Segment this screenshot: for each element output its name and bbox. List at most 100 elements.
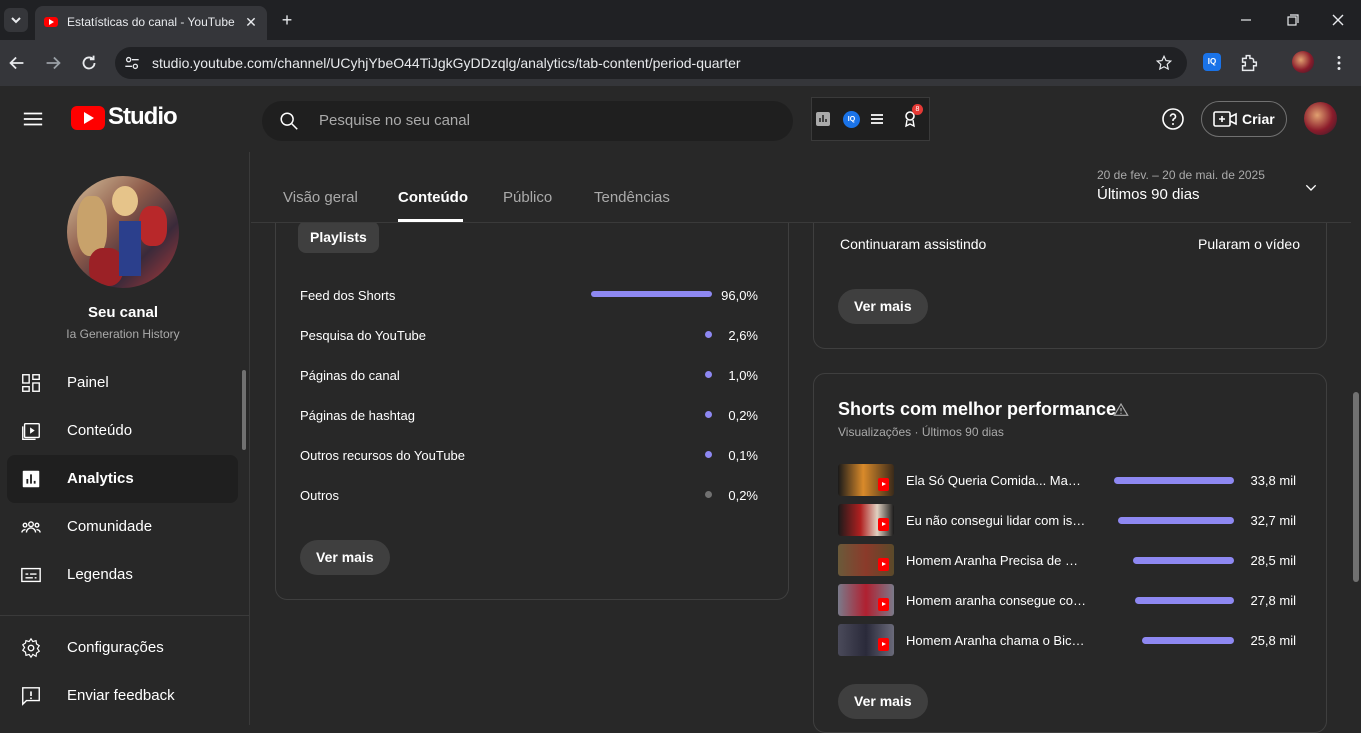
sidebar-item-label: Painel: [67, 374, 109, 391]
short-title[interactable]: Homem aranha consegue consertar isso?: [906, 593, 1086, 608]
browser-tab-title: Estatísticas do canal - YouTube Studio: [67, 15, 235, 29]
top-short-row[interactable]: Eu não consegui lidar com isso... 32,7 mi…: [838, 504, 1296, 538]
studio-logo-text: Studio: [108, 103, 178, 130]
sidebar-item-feedback[interactable]: Enviar feedback: [7, 672, 238, 720]
channel-avatar[interactable]: [67, 176, 179, 288]
views-bar: [1118, 517, 1234, 524]
reload-icon[interactable]: [78, 52, 100, 74]
hamburger-menu-icon[interactable]: [22, 108, 44, 130]
traffic-share-bar: [591, 291, 712, 297]
shorts-badge-icon: [878, 478, 889, 491]
browser-menu-icon[interactable]: [1328, 52, 1350, 74]
list-menu-icon[interactable]: [869, 111, 885, 127]
channel-search-input[interactable]: Pesquise no seu canal: [262, 101, 793, 141]
youtube-logo-icon: [71, 106, 105, 130]
sidebar-item-conteudo[interactable]: Conteúdo: [7, 407, 238, 455]
traffic-source-value: 0,2%: [728, 488, 758, 503]
see-more-button[interactable]: Ver mais: [300, 540, 390, 575]
short-title[interactable]: Ela Só Queria Comida... Mas O Hulk Salvo…: [906, 473, 1086, 488]
traffic-source-label: Outros recursos do YouTube: [300, 448, 466, 463]
tab-publico[interactable]: Público: [503, 189, 552, 206]
traffic-source-row[interactable]: Páginas de hashtag 0,2%: [300, 405, 758, 425]
tab-tendencias[interactable]: Tendências: [594, 189, 670, 206]
browser-profile-avatar[interactable]: [1292, 51, 1314, 73]
extensions-icon[interactable]: [1238, 52, 1260, 74]
see-more-button[interactable]: Ver mais: [838, 289, 928, 324]
traffic-source-row[interactable]: Feed dos Shorts 96,0%: [300, 285, 758, 305]
short-thumbnail[interactable]: [838, 464, 894, 496]
tab-search-icon[interactable]: [4, 8, 28, 32]
views-bar: [1114, 477, 1234, 484]
browser-tab[interactable]: Estatísticas do canal - YouTube Studio ✕: [35, 6, 267, 40]
playlists-chip[interactable]: Playlists: [298, 221, 379, 253]
restore-icon[interactable]: [1280, 8, 1304, 32]
top-short-row[interactable]: Homem aranha consegue consertar isso? 27,…: [838, 584, 1296, 618]
tab-conteudo[interactable]: Conteúdo: [398, 189, 468, 206]
see-more-button[interactable]: Ver mais: [838, 684, 928, 719]
traffic-share-dot: [705, 331, 712, 338]
community-icon: [21, 521, 41, 533]
bookmark-star-icon[interactable]: [1155, 54, 1173, 72]
traffic-source-row[interactable]: Páginas do canal 1,0%: [300, 365, 758, 385]
traffic-source-label: Páginas do canal: [300, 368, 400, 383]
traffic-source-row[interactable]: Outros 0,2%: [300, 485, 758, 505]
sidebar-scrollbar[interactable]: [242, 370, 246, 450]
close-tab-icon[interactable]: ✕: [243, 14, 259, 30]
short-title[interactable]: Homem Aranha chama o Bicho!: [906, 633, 1086, 648]
stats-extension-icon[interactable]: [815, 111, 831, 127]
close-window-icon[interactable]: [1326, 8, 1350, 32]
warning-icon[interactable]: [1113, 402, 1129, 418]
sidebar-item-painel[interactable]: Painel: [7, 359, 238, 407]
period-date-range: 20 de fev. – 20 de mai. de 2025: [1097, 168, 1265, 182]
sidebar-item-configuracoes[interactable]: Configurações: [7, 624, 238, 672]
traffic-source-row[interactable]: Outros recursos do YouTube 0,1%: [300, 445, 758, 465]
back-icon[interactable]: [6, 52, 28, 74]
channel-subtitle: Ia Generation History: [66, 327, 180, 341]
short-title[interactable]: Eu não consegui lidar com isso...: [906, 513, 1086, 528]
traffic-source-label: Outros: [300, 488, 340, 503]
traffic-share-dot: [705, 451, 712, 458]
shorts-badge-icon: [878, 598, 889, 611]
short-thumbnail[interactable]: [838, 504, 894, 536]
vidiq-icon[interactable]: IQ: [843, 111, 860, 128]
tab-visao-geral[interactable]: Visão geral: [283, 189, 358, 206]
top-short-row[interactable]: Homem Aranha chama o Bicho! 25,8 mil: [838, 624, 1296, 658]
traffic-share-dot: [705, 491, 712, 498]
site-info-icon[interactable]: [122, 53, 142, 73]
short-thumbnail[interactable]: [838, 584, 894, 616]
studio-logo[interactable]: Studio: [71, 103, 178, 130]
traffic-source-row[interactable]: Pesquisa do YouTube 2,6%: [300, 325, 758, 345]
sidebar-item-analytics[interactable]: Analytics: [7, 455, 238, 503]
create-button[interactable]: Criar: [1201, 101, 1287, 137]
browser-tabstrip: Estatísticas do canal - YouTube Studio ✕…: [0, 0, 1361, 40]
views-bar: [1142, 637, 1234, 644]
top-short-row[interactable]: Ela Só Queria Comida... Mas O Hulk Salvo…: [838, 464, 1296, 498]
short-title[interactable]: Homem Aranha Precisa de Sua Ajuda!: [906, 553, 1086, 568]
account-avatar[interactable]: [1304, 102, 1337, 135]
short-thumbnail[interactable]: [838, 544, 894, 576]
traffic-source-value: 0,2%: [728, 408, 758, 423]
sidebar-item-comunidade[interactable]: Comunidade: [7, 503, 238, 551]
address-bar[interactable]: studio.youtube.com/channel/UCyhjYbeO44Ti…: [115, 47, 1187, 79]
short-thumbnail[interactable]: [838, 624, 894, 656]
sidebar-item-label: Enviar feedback: [67, 687, 175, 704]
help-icon[interactable]: [1161, 107, 1185, 131]
sidebar-item-legendas[interactable]: Legendas: [7, 551, 238, 599]
analytics-icon: [22, 470, 40, 488]
page-scrollbar[interactable]: [1351, 152, 1361, 725]
traffic-source-label: Páginas de hashtag: [300, 408, 415, 423]
studio-header: Studio Pesquise no seu canal IQ 8 Criar: [0, 86, 1361, 152]
chevron-down-icon: [1305, 184, 1317, 191]
traffic-source-card: Playlists Feed dos Shorts 96,0% Pesquisa d…: [275, 170, 789, 600]
minimize-icon[interactable]: [1234, 8, 1258, 32]
page-scrollbar-thumb[interactable]: [1353, 392, 1359, 582]
subtitles-icon: [21, 567, 41, 583]
browser-toolbar: studio.youtube.com/channel/UCyhjYbeO44Ti…: [0, 40, 1361, 86]
new-tab-icon[interactable]: +: [275, 8, 299, 32]
shorts-badge-icon: [878, 518, 889, 531]
create-button-label: Criar: [1242, 111, 1275, 127]
forward-icon[interactable]: [42, 52, 64, 74]
vidiq-extension-icon[interactable]: IQ: [1203, 53, 1221, 71]
top-short-row[interactable]: Homem Aranha Precisa de Sua Ajuda! 28,5 m…: [838, 544, 1296, 578]
swiped-away-label: Pularam o vídeo: [1198, 236, 1300, 252]
